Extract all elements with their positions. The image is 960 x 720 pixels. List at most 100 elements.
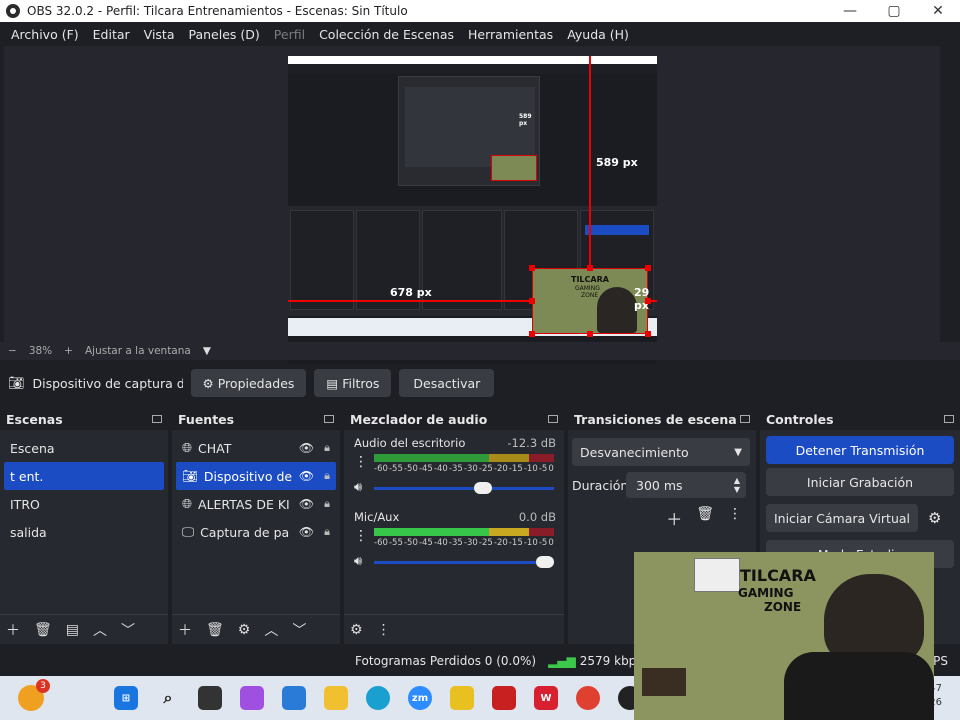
float-dock-icon[interactable] (152, 415, 162, 423)
add-source-icon[interactable]: ＋ (178, 620, 192, 640)
source-item[interactable]: 🌐︎ ALERTAS DE KI 👁︎ 🔒︎ (176, 490, 336, 518)
source-properties-icon[interactable]: ⚙ (238, 622, 251, 638)
volume-slider-handle[interactable] (474, 482, 492, 494)
float-dock-icon[interactable] (740, 415, 750, 423)
menu-perfil[interactable]: Perfil (267, 27, 312, 42)
speaker-icon[interactable]: 🔊︎ (354, 480, 362, 495)
float-dock-icon[interactable] (944, 415, 954, 423)
transition-buttons: ＋ 🗑︎ ⋮ (568, 506, 742, 530)
level-meter (374, 454, 554, 462)
eye-icon[interactable]: 👁︎ (299, 469, 314, 483)
menu-paneles[interactable]: Paneles (D) (182, 27, 267, 42)
menu-archivo[interactable]: Archivo (F) (4, 27, 86, 42)
minimize-button[interactable]: — (828, 0, 872, 22)
source-toolbar: 📷︎ Dispositivo de captura de v ⚙Propieda… (0, 364, 960, 402)
stop-stream-button[interactable]: Detener Transmisión (766, 436, 954, 464)
scene-item[interactable]: ITRO (4, 490, 164, 518)
zoom-icon-label: zm (411, 692, 429, 704)
gear-icon[interactable]: ⚙ (928, 509, 941, 527)
delete-source-icon[interactable]: 🗑︎ (206, 622, 224, 638)
close-button[interactable]: ✕ (916, 0, 960, 22)
maximize-button[interactable]: ▢ (872, 0, 916, 22)
scene-item-selected[interactable]: t ent. (4, 462, 164, 490)
deactivate-button[interactable]: Desactivar (399, 369, 495, 397)
menu-coleccion[interactable]: Colección de Escenas (312, 27, 461, 42)
float-dock-icon[interactable] (548, 415, 558, 423)
source-item[interactable]: 🖵︎ Captura de pa 👁︎ 🔒︎ (176, 518, 336, 546)
transition-menu-icon[interactable]: ⋮ (728, 506, 742, 530)
menu-vista[interactable]: Vista (137, 27, 182, 42)
resize-handle-br[interactable] (645, 331, 651, 337)
delete-scene-icon[interactable]: 🗑︎ (34, 622, 52, 638)
mixer-menu-icon[interactable]: ⋮ (377, 622, 391, 638)
lock-icon[interactable]: 🔒︎ (324, 469, 330, 483)
zoom-dropdown-icon[interactable]: ▼ (203, 345, 211, 357)
move-up-icon[interactable]: ︿ (264, 620, 278, 640)
zoom-out-button[interactable]: − (8, 345, 17, 357)
move-down-icon[interactable]: ﹀ (121, 620, 135, 640)
virtual-camera-button[interactable]: Iniciar Cámara Virtual (766, 504, 918, 532)
resize-handle-bl[interactable] (529, 331, 535, 337)
webcam-sign-line3: ZONE (764, 600, 802, 614)
app-icon[interactable] (492, 686, 516, 710)
resize-handle-tr[interactable] (645, 265, 651, 271)
resize-handle-b[interactable] (587, 331, 593, 337)
eye-icon[interactable]: 👁︎ (299, 525, 314, 539)
move-up-icon[interactable]: ︿ (93, 620, 107, 640)
weather-icon[interactable]: 3 (18, 679, 50, 711)
add-scene-icon[interactable]: ＋ (6, 620, 20, 640)
menu-ayuda[interactable]: Ayuda (H) (560, 27, 636, 42)
lock-icon[interactable]: 🔒︎ (324, 525, 330, 539)
scene-item[interactable]: salida (4, 518, 164, 546)
source-item[interactable]: 🌐︎ CHAT 👁︎ 🔒︎ (176, 434, 336, 462)
search-icon[interactable]: ⌕ (156, 686, 180, 710)
task-view-icon[interactable] (198, 686, 222, 710)
zoom-icon[interactable]: zm (408, 686, 432, 710)
store-icon[interactable] (282, 686, 306, 710)
file-explorer-icon[interactable] (324, 686, 348, 710)
move-down-icon[interactable]: ﹀ (292, 620, 306, 640)
volume-slider-handle[interactable] (536, 556, 554, 568)
menu-editar[interactable]: Editar (86, 27, 137, 42)
advanced-audio-icon[interactable]: ⚙ (350, 622, 363, 638)
resize-handle-r[interactable] (645, 298, 651, 304)
chrome-icon[interactable] (576, 686, 600, 710)
resize-handle-l[interactable] (529, 298, 535, 304)
preview-area[interactable]: 589 px TILCARA GAMING ZONE 589 px 678 px… (0, 46, 960, 380)
add-transition-icon[interactable]: ＋ (666, 506, 682, 530)
resize-handle-tl[interactable] (529, 265, 535, 271)
preview-image[interactable]: 589 px TILCARA GAMING ZONE 589 px 678 px… (288, 56, 657, 380)
lock-icon[interactable]: 🔒︎ (324, 497, 330, 511)
eye-icon[interactable]: 👁︎ (299, 441, 314, 455)
window-titlebar: OBS 32.0.2 - Perfil: Tilcara Entrenamien… (0, 0, 960, 22)
delete-transition-icon[interactable]: 🗑︎ (696, 506, 714, 530)
fit-window-label[interactable]: Ajustar a la ventana (85, 345, 191, 357)
properties-button[interactable]: ⚙ Propiedades (190, 369, 307, 397)
volume-slider[interactable] (374, 556, 554, 568)
filters-button[interactable]: ▤ Filtros (314, 369, 392, 397)
menu-herramientas[interactable]: Herramientas (461, 27, 560, 42)
spin-arrows-icon[interactable]: ▲ ▼ (734, 476, 740, 494)
transition-select[interactable]: Desvanecimiento ▼ (572, 438, 750, 466)
volume-slider[interactable] (374, 482, 554, 494)
channel-menu-icon[interactable]: ⋮ (354, 454, 368, 470)
app-icon[interactable] (450, 686, 474, 710)
lock-icon[interactable]: 🔒︎ (324, 441, 330, 455)
obs-logo-icon (6, 4, 20, 18)
start-recording-button[interactable]: Iniciar Grabación (766, 468, 954, 496)
start-icon[interactable]: ⊞ (114, 686, 138, 710)
dropped-frames: Fotogramas Perdidos 0 (0.0%) (355, 654, 537, 668)
edge-icon[interactable] (366, 686, 390, 710)
source-item-selected[interactable]: 📷︎ Dispositivo de 👁︎ 🔒︎ (176, 462, 336, 490)
scene-filters-icon[interactable]: ▤ (66, 622, 79, 638)
zoom-in-button[interactable]: + (64, 345, 73, 357)
scene-item[interactable]: Escena (4, 434, 164, 462)
speaker-icon[interactable]: 🔊︎ (354, 554, 362, 569)
float-dock-icon[interactable] (324, 415, 334, 423)
copilot-icon[interactable] (240, 686, 264, 710)
wps-icon[interactable]: W (534, 686, 558, 710)
eye-icon[interactable]: 👁︎ (299, 497, 314, 511)
resize-handle-t[interactable] (587, 265, 593, 271)
channel-menu-icon[interactable]: ⋮ (354, 528, 368, 544)
duration-spinbox[interactable]: 300 ms ▲ ▼ (626, 472, 746, 498)
